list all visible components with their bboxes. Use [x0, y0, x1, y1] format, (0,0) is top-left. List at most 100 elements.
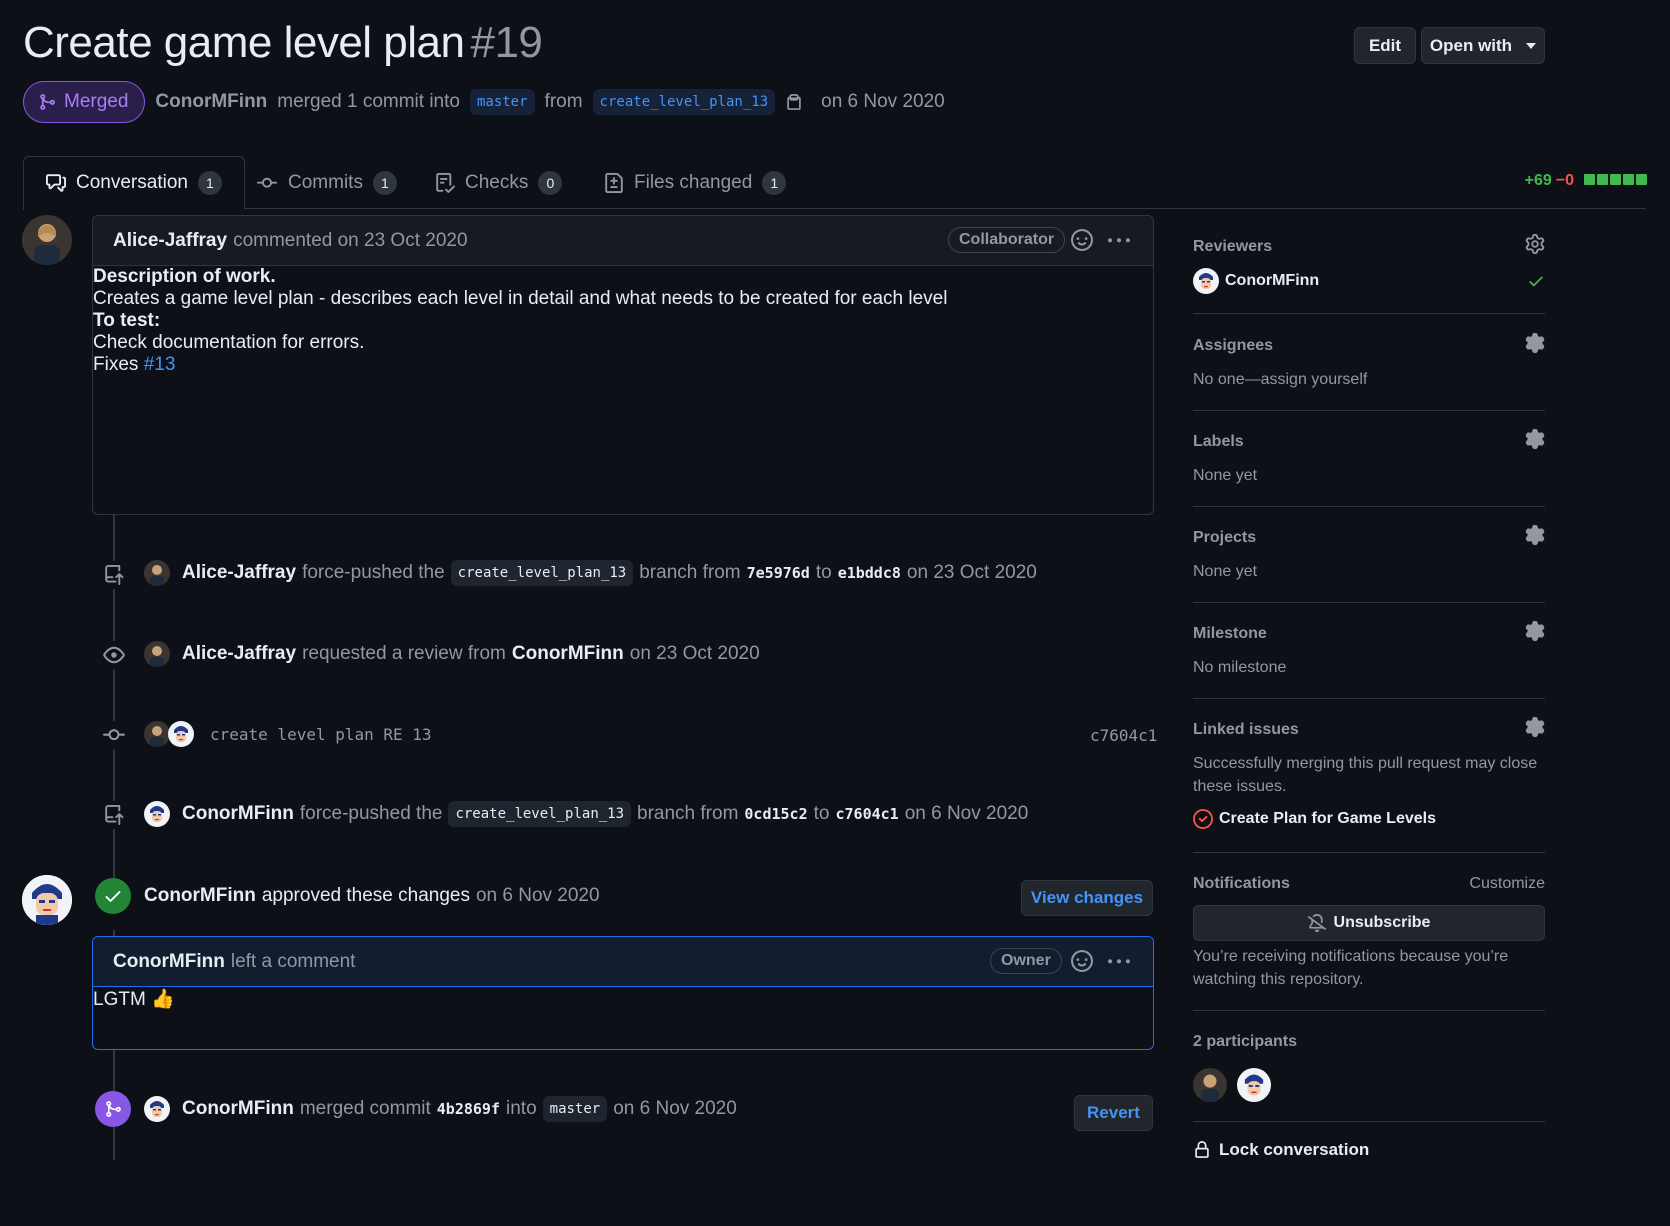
comment-author[interactable]: Alice-Jaffray — [113, 230, 227, 252]
sidebar-projects: Projects None yet — [1193, 525, 1545, 603]
event-branch[interactable]: create_level_plan_13 — [448, 801, 632, 827]
event-date[interactable]: on 23 Oct 2020 — [907, 562, 1037, 584]
tab-checks-label: Checks — [465, 171, 529, 193]
event-actor[interactable]: Alice-Jaffray — [182, 643, 296, 665]
from-sha-link[interactable]: 0cd15c2 — [744, 805, 807, 823]
gear-icon[interactable] — [1525, 333, 1545, 353]
event-actor[interactable]: ConorMFinn — [182, 803, 294, 825]
collaborator-badge: Collaborator — [948, 227, 1066, 253]
event-actor[interactable]: Alice-Jaffray — [182, 562, 296, 584]
merge-commit-sha[interactable]: 4b2869f — [437, 1100, 500, 1118]
avatar-alice-small[interactable] — [144, 721, 170, 747]
event-text: force-pushed the — [299, 803, 443, 824]
merger-name[interactable]: ConorMFinn — [182, 1098, 294, 1120]
edit-button[interactable]: Edit — [1354, 27, 1416, 64]
review-comment: ConorMFinn left a comment Owner LGTM 👍 — [92, 936, 1154, 1050]
avatar-conor[interactable] — [22, 875, 72, 925]
reviewers-heading[interactable]: Reviewers — [1193, 238, 1272, 256]
event-branch[interactable]: create_level_plan_13 — [450, 560, 634, 586]
copy-icon[interactable] — [785, 92, 803, 112]
labels-heading[interactable]: Labels — [1193, 433, 1244, 451]
revert-button[interactable]: Revert — [1074, 1095, 1153, 1131]
avatar-conor-small[interactable] — [144, 801, 170, 827]
kebab-horizontal-icon[interactable] — [1107, 230, 1131, 252]
projects-heading[interactable]: Projects — [1193, 529, 1256, 547]
smiley-icon[interactable] — [1071, 229, 1093, 251]
linked-issues-heading[interactable]: Linked issues — [1193, 721, 1299, 739]
diffstat[interactable]: +69 −0 — [1525, 172, 1647, 190]
tab-conversation[interactable]: Conversation 1 — [23, 156, 245, 210]
avatar-alice-small[interactable] — [144, 560, 170, 586]
tab-files-count: 1 — [762, 170, 787, 195]
deletions-count: −0 — [1555, 172, 1574, 189]
pr-meta: Merged ConorMFinn merged 1 commit into m… — [23, 81, 945, 123]
to-sha-link[interactable]: e1bddc8 — [838, 564, 901, 582]
linked-issues-hint: Successfully merging this pull request m… — [1193, 755, 1538, 795]
tab-files-changed[interactable]: Files changed 1 — [604, 156, 787, 209]
commit-sha-link[interactable]: c7604c1 — [1090, 726, 1157, 745]
kebab-horizontal-icon[interactable] — [1107, 951, 1131, 973]
view-changes-label: View changes — [1030, 888, 1144, 907]
pr-description-comment: Alice-Jaffray commented on 23 Oct 2020 C… — [92, 215, 1154, 515]
review-comment-action: left a comment — [230, 950, 356, 972]
gear-icon[interactable] — [1525, 429, 1545, 449]
gear-icon[interactable] — [1525, 621, 1545, 641]
assignees-value[interactable]: No one—assign yourself — [1193, 368, 1367, 391]
head-branch[interactable]: create_level_plan_13 — [592, 89, 776, 115]
reviewer-row[interactable]: ConorMFinn — [1193, 268, 1319, 294]
review-comment-author[interactable]: ConorMFinn — [113, 951, 225, 973]
approval-date[interactable]: on 6 Nov 2020 — [476, 885, 600, 907]
lock-conversation-label: Lock conversation — [1219, 1140, 1370, 1159]
tab-conversation-label: Conversation — [76, 172, 188, 193]
participant-avatar-conor[interactable] — [1237, 1068, 1271, 1102]
base-branch[interactable]: master — [469, 89, 535, 115]
participants-heading: 2 participants — [1193, 1033, 1298, 1050]
from-sha-link[interactable]: 7e5976d — [747, 564, 810, 582]
smiley-icon[interactable] — [1071, 950, 1093, 972]
unsubscribe-button[interactable]: Unsubscribe — [1193, 905, 1545, 941]
gear-icon[interactable] — [1525, 717, 1545, 737]
customize-link[interactable]: Customize — [1469, 875, 1545, 893]
fixes-line: Fixes #13 — [93, 354, 1153, 376]
to-sha-link[interactable]: c7604c1 — [835, 805, 898, 823]
milestone-heading[interactable]: Milestone — [1193, 625, 1267, 643]
sidebar-milestone: Milestone No milestone — [1193, 621, 1545, 699]
fixes-label: Fixes — [93, 354, 139, 375]
reviewer-name[interactable]: ConorMFinn — [144, 885, 256, 907]
event-date[interactable]: on 23 Oct 2020 — [630, 643, 760, 665]
check-icon — [1529, 276, 1543, 287]
pr-tabs: Conversation 1 Commits 1 Checks 0 Files … — [23, 156, 1646, 210]
linked-issue-item[interactable]: Create Plan for Game Levels — [1193, 809, 1436, 829]
view-changes-button[interactable]: View changes — [1021, 880, 1153, 916]
triangle-down-icon — [1526, 42, 1537, 49]
tab-checks-count: 0 — [538, 170, 563, 195]
review-comment-header: ConorMFinn left a comment Owner — [93, 937, 1153, 987]
merge-target-branch[interactable]: master — [542, 1096, 608, 1122]
merge-date[interactable]: on 6 Nov 2020 — [613, 1098, 737, 1120]
participant-avatar-alice[interactable] — [1193, 1068, 1227, 1102]
event-review-request: Alice-Jaffray requested a review from Co… — [144, 641, 760, 667]
avatar-conor-small[interactable] — [144, 1096, 170, 1122]
lock-conversation-link[interactable]: Lock conversation — [1193, 1140, 1369, 1160]
git-commit-icon — [100, 721, 128, 749]
to-test-heading: To test: — [93, 310, 161, 331]
labels-value: None yet — [1193, 467, 1258, 484]
author-link[interactable]: ConorMFinn — [155, 91, 267, 113]
assignees-heading[interactable]: Assignees — [1193, 337, 1273, 355]
file-diff-icon — [605, 172, 623, 193]
linked-issue-title: Create Plan for Game Levels — [1219, 810, 1436, 827]
avatar-conor-small[interactable] — [168, 721, 194, 747]
lock-icon — [1195, 1141, 1209, 1158]
tab-checks[interactable]: Checks 0 — [435, 156, 563, 209]
commit-message-link[interactable]: create level plan RE 13 — [210, 725, 432, 744]
review-target[interactable]: ConorMFinn — [512, 643, 624, 665]
gear-icon[interactable] — [1525, 525, 1545, 545]
issue-ref-link[interactable]: #13 — [144, 354, 176, 375]
event-date[interactable]: on 6 Nov 2020 — [905, 803, 1029, 825]
avatar-alice[interactable] — [22, 215, 72, 265]
avatar-alice-small[interactable] — [144, 641, 170, 667]
sidebar-reviewers: Reviewers ConorMFinn — [1193, 234, 1545, 314]
open-with-button[interactable]: Open with — [1421, 27, 1545, 64]
tab-commits[interactable]: Commits 1 — [256, 156, 397, 209]
gear-icon[interactable] — [1525, 234, 1545, 254]
